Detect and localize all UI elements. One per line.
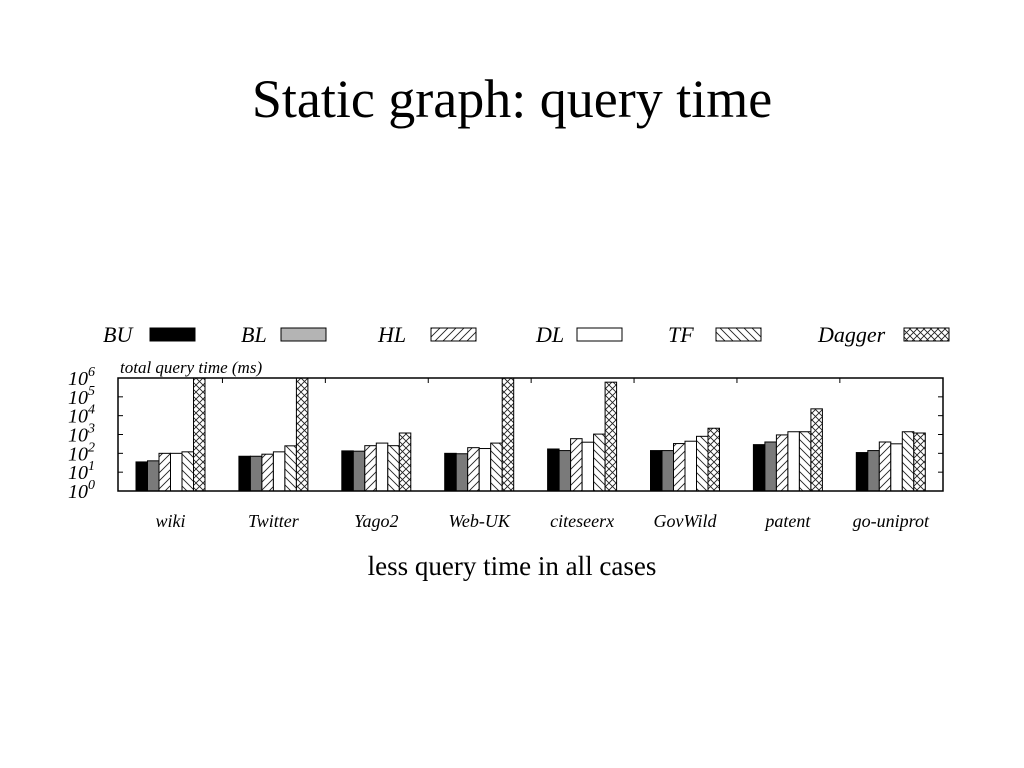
bar-hl-wiki xyxy=(158,452,171,492)
bar-bl-web-uk xyxy=(455,453,469,492)
bar-tf-patent xyxy=(798,431,812,492)
bar-dl-patent xyxy=(787,431,800,492)
legend-label-dagger: Dagger xyxy=(817,322,886,347)
legend-label-dl: DL xyxy=(535,322,564,347)
bar-bl-wiki xyxy=(147,460,160,492)
bar-tf-twitter xyxy=(284,445,297,492)
bar-tf-wiki xyxy=(181,451,194,492)
bar-dl-citeseerx xyxy=(581,441,595,492)
bar-tf-govwild xyxy=(696,435,709,492)
bar-bl-yago2 xyxy=(352,450,366,492)
x-tick-label: GovWild xyxy=(654,511,718,531)
bar-dl-wiki xyxy=(170,452,183,492)
bar-bu-patent xyxy=(752,444,766,492)
legend-swatch-bl xyxy=(280,327,327,342)
bar-dl-yago2 xyxy=(375,442,389,492)
bars xyxy=(135,377,926,492)
bar-hl-twitter xyxy=(261,453,274,492)
bar-bu-twitter xyxy=(238,455,251,492)
bar-hl-yago2 xyxy=(364,445,377,492)
legend-label-hl: HL xyxy=(377,322,406,347)
bar-dagger-twitter xyxy=(295,377,309,492)
bar-dl-go-uniprot xyxy=(890,443,903,492)
chart: BU BL HL DL TF Dagger total query time (ms) 1… xyxy=(68,322,950,531)
bar-bl-citeseerx xyxy=(558,450,572,492)
legend-swatch-dagger xyxy=(903,327,950,342)
bar-bl-patent xyxy=(764,441,777,492)
legend: BU BL HL DL TF Dagger xyxy=(103,322,950,347)
bar-bl-twitter xyxy=(249,455,263,492)
bar-dagger-patent xyxy=(810,408,823,492)
x-tick-label: Web-UK xyxy=(449,511,511,531)
bar-dagger-yago2 xyxy=(398,432,412,492)
bar-hl-web-uk xyxy=(467,447,480,492)
bar-dagger-govwild xyxy=(707,427,720,492)
legend-label-bu: BU xyxy=(103,322,134,347)
bar-tf-yago2 xyxy=(387,445,400,492)
bar-bu-yago2 xyxy=(341,450,354,492)
legend-label-tf: TF xyxy=(668,322,694,347)
bar-hl-govwild xyxy=(673,443,686,492)
bar-bu-govwild xyxy=(650,450,663,492)
x-tick-label: Twitter xyxy=(248,511,300,531)
bar-bl-govwild xyxy=(661,450,674,492)
bar-tf-go-uniprot xyxy=(901,431,915,492)
bar-dagger-web-uk xyxy=(501,377,515,492)
bar-hl-citeseerx xyxy=(570,438,583,492)
bar-dl-twitter xyxy=(272,451,286,492)
bar-bu-go-uniprot xyxy=(855,452,869,492)
caption: less query time in all cases xyxy=(367,551,657,581)
legend-swatch-dl xyxy=(576,327,623,342)
bar-dl-govwild xyxy=(684,440,697,492)
bar-bu-wiki xyxy=(135,461,148,492)
y-axis-label: total query time (ms) xyxy=(120,358,262,377)
bar-dagger-go-uniprot xyxy=(913,432,926,492)
bar-dagger-wiki xyxy=(193,377,206,492)
x-tick-label: go-uniprot xyxy=(853,511,930,531)
x-tick-label: wiki xyxy=(156,511,186,531)
bar-tf-web-uk xyxy=(490,442,503,492)
legend-swatch-bu xyxy=(149,327,196,342)
bar-bu-web-uk xyxy=(444,452,457,492)
bar-tf-citeseerx xyxy=(593,433,606,492)
bar-dl-web-uk xyxy=(478,448,492,492)
bar-hl-patent xyxy=(775,434,789,492)
bar-bu-citeseerx xyxy=(547,448,560,492)
x-tick-label: Yago2 xyxy=(354,511,398,531)
x-tick-label: citeseerx xyxy=(550,511,614,531)
legend-swatch-tf xyxy=(715,327,762,342)
legend-label-bl: BL xyxy=(241,322,267,347)
bar-dagger-citeseerx xyxy=(604,381,618,492)
bar-hl-go-uniprot xyxy=(878,441,892,492)
legend-swatch-hl xyxy=(430,327,477,342)
x-tick-label: patent xyxy=(763,511,811,531)
bar-bl-go-uniprot xyxy=(867,450,880,492)
